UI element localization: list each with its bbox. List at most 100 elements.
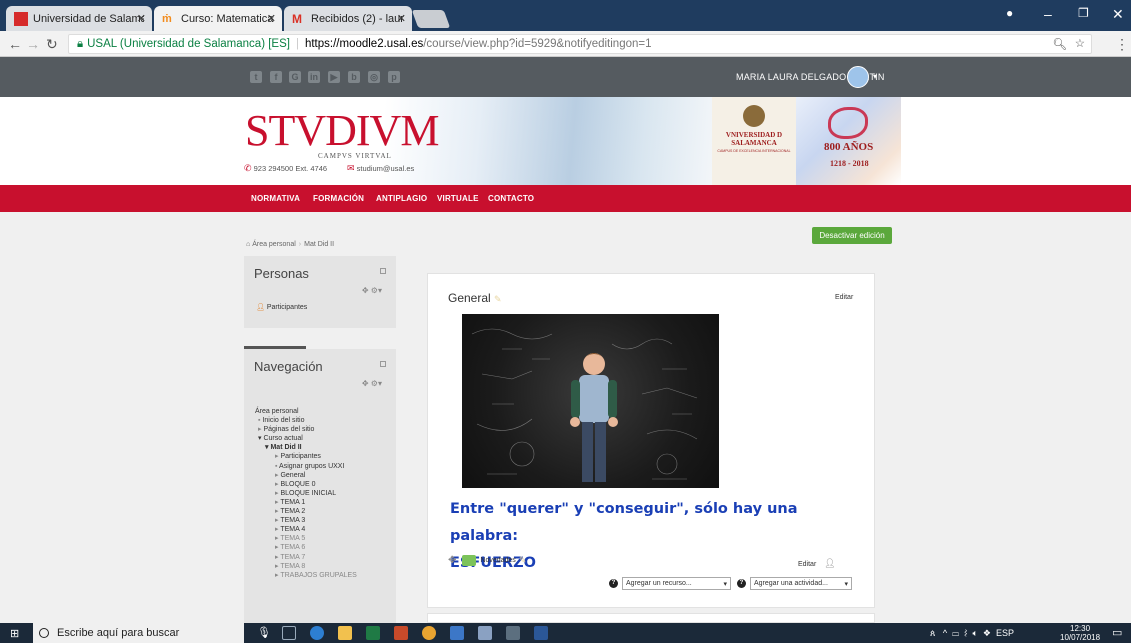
address-bar[interactable]: 🔒︎ USAL (Universidad de Salamanca) [ES] …: [68, 34, 1092, 54]
avatar[interactable]: [847, 66, 869, 88]
user-icon[interactable]: 👤︎: [824, 558, 835, 568]
browser-tab-active[interactable]: ṁ Curso: Matematicas y su ✕: [154, 6, 282, 31]
forum-edit-menu[interactable]: Editar 👤︎: [798, 558, 836, 569]
close-tab-icon[interactable]: ✕: [267, 12, 276, 25]
windows-start-icon[interactable]: ⊞: [10, 627, 19, 640]
nav-tree-item[interactable]: ▸ TEMA 3: [255, 516, 357, 525]
microphone-icon[interactable]: 🎙︎: [257, 626, 271, 640]
nav-tree-item[interactable]: ▪ Asignar grupos UXXI: [255, 462, 357, 471]
contact-email[interactable]: ✉ studium@usal.es: [347, 163, 414, 174]
powerpoint-icon[interactable]: [394, 626, 408, 640]
site-identity[interactable]: USAL (Universidad de Salamanca) [ES]: [87, 38, 290, 50]
bookmark-star-icon[interactable]: ☆: [1075, 36, 1085, 50]
nav-antiplagio[interactable]: ANTIPLAGIO: [376, 194, 427, 203]
word-icon[interactable]: [534, 626, 548, 640]
forward-icon[interactable]: →: [26, 36, 40, 52]
block-actions-icon[interactable]: ✥ ⚙▾: [362, 379, 382, 388]
nav-tree-item[interactable]: ▸ TEMA 8: [255, 562, 357, 571]
menu-icon[interactable]: ⋮: [1115, 36, 1129, 53]
breadcrumb-course[interactable]: Mat Did II: [304, 241, 334, 248]
nav-tree-item[interactable]: ▸ TEMA 2: [255, 507, 357, 516]
usal-logo[interactable]: VNIVERSIDAD D SALAMANCA CAMPUS DE EXCELE…: [712, 97, 796, 185]
nav-tree-item[interactable]: ▸ TRABAJOS GRUPALES: [255, 571, 357, 580]
nav-tree-item[interactable]: ▾ Mat Did II: [255, 443, 357, 452]
volume-icon[interactable]: 🔈︎: [972, 628, 977, 638]
help-icon[interactable]: ?: [737, 579, 746, 588]
nav-tree-item[interactable]: ▸ General: [255, 471, 357, 480]
add-activity-select[interactable]: Agregar una actividad... ▾: [750, 577, 852, 590]
nav-tree-item[interactable]: ▸ BLOQUE INICIAL: [255, 489, 357, 498]
breadcrumb-area-personal[interactable]: Área personal: [252, 241, 296, 248]
language-indicator[interactable]: ESP: [996, 628, 1014, 638]
edit-section-link[interactable]: Editar: [835, 294, 853, 301]
forum-name[interactable]: Novedades: [480, 557, 515, 564]
chrome-icon[interactable]: [422, 626, 436, 640]
nav-normativa[interactable]: NORMATIVA: [251, 194, 300, 203]
nav-tree-item[interactable]: ▸ Participantes: [255, 452, 357, 461]
close-window-icon[interactable]: ✕: [1112, 6, 1124, 23]
close-tab-icon[interactable]: ✕: [397, 12, 406, 25]
blog-icon[interactable]: b: [348, 71, 360, 83]
forum-activity[interactable]: ✥ Novedades ✎: [448, 555, 526, 566]
nav-tree-item[interactable]: ▸ TEMA 5: [255, 534, 357, 543]
people-icon[interactable]: ጰ: [930, 628, 935, 638]
nav-virtuale[interactable]: VIRTUALE: [437, 194, 479, 203]
nav-tree-item[interactable]: ▪ Inicio del sitio: [255, 416, 357, 425]
nav-tree-item[interactable]: ▸ Páginas del sitio: [255, 425, 357, 434]
zoom-icon[interactable]: 🔍︎: [1052, 37, 1067, 51]
google-plus-icon[interactable]: G: [289, 71, 301, 83]
linkedin-icon[interactable]: in: [308, 71, 320, 83]
browser-tab[interactable]: M Recibidos (2) - laura@usa ✕: [284, 6, 412, 31]
outlook-icon[interactable]: [450, 626, 464, 640]
nav-tree-item[interactable]: ▸ TEMA 4: [255, 525, 357, 534]
nav-tree-item[interactable]: ▸ TEMA 6: [255, 543, 357, 552]
help-icon[interactable]: ?: [609, 579, 618, 588]
pinterest-icon[interactable]: p: [388, 71, 400, 83]
nav-tree-item[interactable]: ▸ TEMA 1: [255, 498, 357, 507]
new-tab-button[interactable]: [411, 10, 451, 28]
collapse-block-icon[interactable]: [380, 268, 386, 274]
profile-icon[interactable]: ●: [1006, 6, 1013, 20]
close-tab-icon[interactable]: ✕: [137, 12, 146, 25]
wifi-icon[interactable]: ⌇: [964, 628, 967, 638]
anniversary-logo[interactable]: 800 AÑOS 1218 - 2018: [796, 97, 901, 185]
edit-pencil-icon[interactable]: ✎: [519, 555, 527, 566]
participants-link[interactable]: 👤︎ Participantes: [256, 303, 307, 311]
excel-icon[interactable]: [366, 626, 380, 640]
studium-logo[interactable]: STVDIVM: [245, 105, 439, 156]
minimize-icon[interactable]: –: [1044, 6, 1052, 22]
edge-icon[interactable]: [310, 626, 324, 640]
photos-icon[interactable]: [506, 626, 520, 640]
nav-tree-item[interactable]: ▸ BLOQUE 0: [255, 480, 357, 489]
restore-icon[interactable]: ❐: [1078, 6, 1089, 20]
move-icon[interactable]: ✥: [448, 555, 456, 566]
battery-icon[interactable]: ▭: [952, 628, 959, 638]
nav-tree-item[interactable]: ▾ Curso actual: [255, 434, 357, 443]
nav-tree-item[interactable]: Área personal: [255, 407, 357, 416]
toggle-editing-button[interactable]: Desactivar edición: [812, 227, 892, 244]
reload-icon[interactable]: ↻: [46, 36, 58, 53]
system-tray[interactable]: ጰ ^ ▭ ⌇ 🔈︎ ❖ ESP: [930, 628, 1014, 639]
nav-formacion[interactable]: FORMACIÓN: [313, 194, 364, 203]
edit-pencil-icon[interactable]: ✎: [494, 294, 502, 304]
notifications-icon[interactable]: ▭: [1112, 626, 1122, 639]
chevron-down-icon[interactable]: ▾: [873, 72, 877, 81]
taskbar-search-box[interactable]: Escribe aquí para buscar: [33, 623, 244, 643]
instagram-icon[interactable]: ◎: [368, 71, 380, 83]
block-actions-icon[interactable]: ✥ ⚙▾: [362, 286, 382, 295]
back-icon[interactable]: ←: [8, 36, 22, 52]
youtube-icon[interactable]: ▶: [328, 71, 340, 83]
show-hidden-icons[interactable]: ^: [943, 628, 947, 638]
twitter-icon[interactable]: t: [250, 71, 262, 83]
dropbox-icon[interactable]: ❖: [983, 628, 991, 638]
add-resource-select[interactable]: Agregar un recurso... ▾: [622, 577, 731, 590]
taskbar-clock[interactable]: 12:30 10/07/2018: [1060, 624, 1100, 642]
browser-tab[interactable]: Universidad de Salamanc ✕: [6, 6, 152, 31]
file-explorer-icon[interactable]: [338, 626, 352, 640]
task-view-icon[interactable]: [282, 626, 296, 640]
facebook-icon[interactable]: f: [270, 71, 282, 83]
paint-icon[interactable]: [478, 626, 492, 640]
nav-contacto[interactable]: CONTACTO: [488, 194, 534, 203]
collapse-block-icon[interactable]: [380, 361, 386, 367]
nav-tree-item[interactable]: ▸ TEMA 7: [255, 553, 357, 562]
